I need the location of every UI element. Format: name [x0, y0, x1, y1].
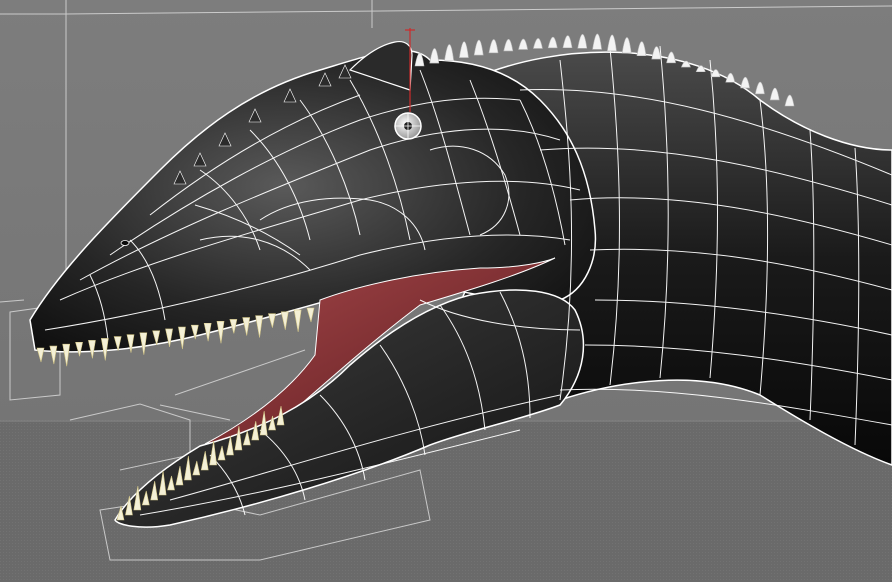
3d-viewport[interactable] [0, 0, 892, 582]
eye [394, 112, 422, 140]
nostril [120, 240, 130, 246]
viewport-scene[interactable] [0, 0, 892, 582]
